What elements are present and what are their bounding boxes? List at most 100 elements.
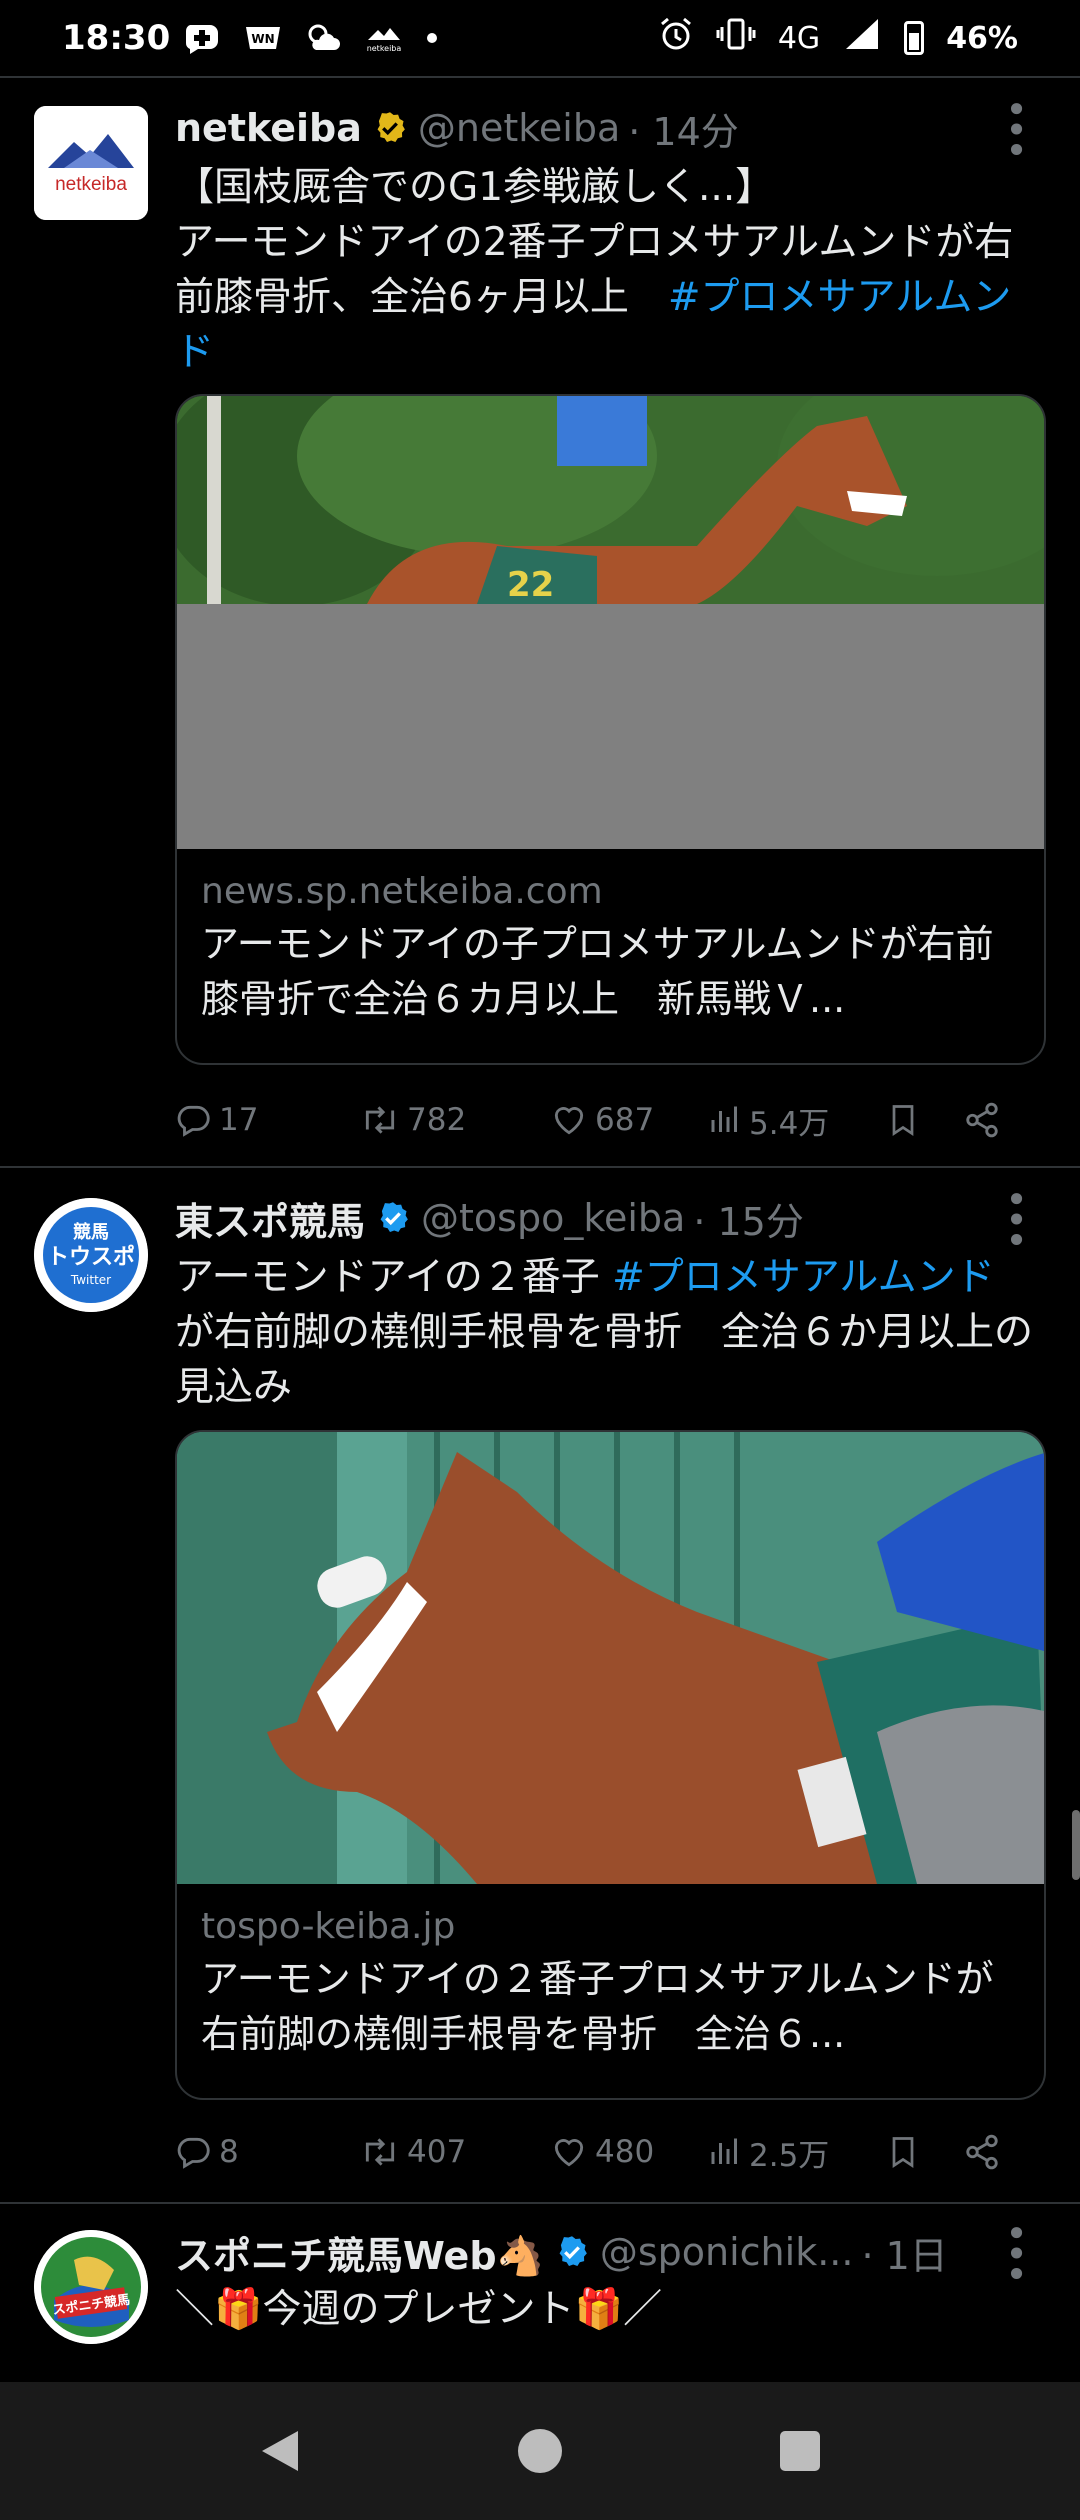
share-icon <box>966 1102 998 1138</box>
back-button[interactable] <box>250 2421 310 2481</box>
card-domain: tospo-keiba.jp <box>201 1906 456 1947</box>
tweet[interactable]: スポニチ競馬 スポニチ競馬Web🐴 @sponichik... · 1日 •••… <box>0 2204 1080 2382</box>
hashtag-link[interactable]: #プロメサアルムンド <box>612 1255 995 1300</box>
tweet-text: ＼🎁今週のプレゼント🎁／ <box>175 2287 663 2332</box>
home-button[interactable] <box>510 2421 570 2481</box>
svg-text:netkeiba: netkeiba <box>367 44 402 53</box>
retweet-icon <box>365 1106 395 1134</box>
recents-icon <box>780 2431 820 2471</box>
author-name[interactable]: 東スポ競馬 <box>175 1191 365 1246</box>
card-title: アーモンドアイの子プロメサアルムンドが右前膝骨折で全治６カ月以上 新馬戦Ｖ... <box>201 922 994 1021</box>
avatar-label: netkeiba <box>55 174 127 195</box>
share-button[interactable] <box>963 1101 1001 1139</box>
card-image <box>177 1432 1044 1884</box>
avatar-line: トウスポ <box>47 1244 135 1270</box>
card-image-placeholder <box>177 604 1044 849</box>
more-options-icon[interactable]: ••• <box>993 97 1037 158</box>
alarm-icon <box>658 16 694 60</box>
view-count: 5.4万 <box>749 1105 830 1142</box>
reply-button[interactable]: 8 <box>175 2133 359 2171</box>
verified-badge-gold-icon <box>377 112 405 142</box>
bookmark-icon <box>892 1105 914 1137</box>
scrollbar-thumb[interactable] <box>1072 1810 1080 1880</box>
tweet-actions: 8 407 480 2.5万 <box>175 2122 1035 2182</box>
vibrate-icon <box>716 17 756 59</box>
verified-badge-icon <box>380 1202 408 1232</box>
cloud-sun-icon <box>304 22 342 54</box>
retweet-button[interactable]: 782 <box>359 1101 549 1139</box>
tweet-text: 【国枝厩舎でのG1参戦厳しく...】 アーモンドアイの2番子プロメサアルムンドが… <box>175 160 1046 380</box>
tweet-header: netkeiba @netkeiba · 14分 ••• <box>175 97 1046 158</box>
status-time: 18:30 <box>62 18 171 58</box>
author-handle[interactable]: @tospo_keiba <box>421 1196 685 1240</box>
like-count: 687 <box>595 1102 655 1138</box>
author-name[interactable]: netkeiba <box>175 106 362 150</box>
author-handle[interactable]: @sponichik... <box>600 2230 854 2274</box>
tweet-time[interactable]: · 15分 <box>693 1191 804 1246</box>
retweet-count: 782 <box>407 1102 467 1138</box>
author-handle[interactable]: @netkeiba <box>418 106 620 150</box>
reply-count: 17 <box>219 1102 259 1138</box>
more-options-icon[interactable]: ••• <box>993 1187 1037 1248</box>
network-type: 4G <box>777 20 821 56</box>
author-name[interactable]: スポニチ競馬Web🐴 <box>175 2225 544 2280</box>
views-icon <box>711 2138 737 2164</box>
views-button[interactable]: 5.4万 <box>707 1098 885 1143</box>
retweet-count: 407 <box>407 2134 467 2170</box>
share-button[interactable] <box>963 2133 1001 2171</box>
avatar-line: 競馬 <box>73 1221 109 1243</box>
verified-badge-icon <box>559 2236 587 2266</box>
reply-count: 8 <box>219 2134 239 2170</box>
tweet[interactable]: 競馬 トウスポ Twitter 東スポ競馬 @tospo_keiba · 15分… <box>0 1168 1080 2202</box>
medical-cross-icon <box>184 21 222 55</box>
back-icon <box>262 2431 298 2471</box>
share-icon <box>966 2134 998 2170</box>
heart-icon <box>554 2139 584 2167</box>
card-image: 22 <box>177 396 1044 604</box>
card-title: アーモンドアイの２番子プロメサアルムンドが右前脚の橈側手根骨を骨折 全治６... <box>201 1957 994 2056</box>
like-button[interactable]: 687 <box>549 1101 707 1139</box>
tweet-header: スポニチ競馬Web🐴 @sponichik... · 1日 ••• <box>175 2221 1046 2282</box>
svg-text:WN: WN <box>252 32 275 46</box>
link-card[interactable]: 22 news.sp.netkeiba.com アーモンドアイの子プロメサアルム… <box>175 394 1046 1065</box>
retweet-button[interactable]: 407 <box>359 2133 549 2171</box>
more-options-icon[interactable]: ••• <box>993 2221 1037 2282</box>
tweet-text-segment: アーモンドアイの２番子 <box>175 1255 613 1300</box>
reply-icon <box>177 2137 210 2169</box>
view-count: 2.5万 <box>749 2137 830 2174</box>
dot-icon <box>426 32 438 44</box>
avatar[interactable]: netkeiba <box>34 106 148 220</box>
tweet-text-segment: が右前脚の橈側手根骨を骨折 全治６か月以上の見込み <box>175 1310 1034 1410</box>
views-icon <box>711 1106 737 1132</box>
like-button[interactable]: 480 <box>549 2133 707 2171</box>
retweet-icon <box>365 2138 395 2166</box>
card-domain: news.sp.netkeiba.com <box>201 871 603 912</box>
avatar[interactable]: 競馬 トウスポ Twitter <box>34 1198 148 1312</box>
saddle-number: 22 <box>507 565 554 604</box>
reply-button[interactable]: 17 <box>175 1101 359 1139</box>
views-button[interactable]: 2.5万 <box>707 2130 885 2175</box>
netkeiba-app-icon: netkeiba <box>364 22 404 54</box>
bookmark-icon <box>892 2137 914 2169</box>
tweet-text: アーモンドアイの２番子 #プロメサアルムンド が右前脚の橈側手根骨を骨折 全治６… <box>175 1250 1046 1415</box>
home-icon <box>518 2429 562 2473</box>
avatar[interactable]: スポニチ競馬 <box>34 2230 148 2344</box>
weather-news-icon: WN <box>244 23 282 53</box>
signal-icon <box>842 17 882 59</box>
tweet-text-line: 【国枝厩舎でのG1参戦厳しく...】 <box>175 165 775 210</box>
battery-icon <box>904 21 925 55</box>
bookmark-button[interactable] <box>885 1101 963 1139</box>
heart-icon <box>554 1107 584 1135</box>
tweet-header: 東スポ競馬 @tospo_keiba · 15分 ••• <box>175 1187 1046 1248</box>
reply-icon <box>177 1105 210 1137</box>
bookmark-button[interactable] <box>885 2133 963 2171</box>
like-count: 480 <box>595 2134 655 2170</box>
status-bar: 18:30 WN netkeiba 4G 46% <box>0 0 1080 76</box>
system-nav-bar <box>0 2382 1080 2520</box>
tweet[interactable]: netkeiba netkeiba @netkeiba · 14分 ••• 【国… <box>0 78 1080 1166</box>
avatar-line: Twitter <box>70 1273 111 1287</box>
link-card[interactable]: tospo-keiba.jp アーモンドアイの２番子プロメサアルムンドが右前脚の… <box>175 1430 1046 2100</box>
tweet-time[interactable]: · 1日 <box>861 2225 947 2280</box>
tweet-time[interactable]: · 14分 <box>628 101 739 156</box>
recents-button[interactable] <box>770 2421 830 2481</box>
